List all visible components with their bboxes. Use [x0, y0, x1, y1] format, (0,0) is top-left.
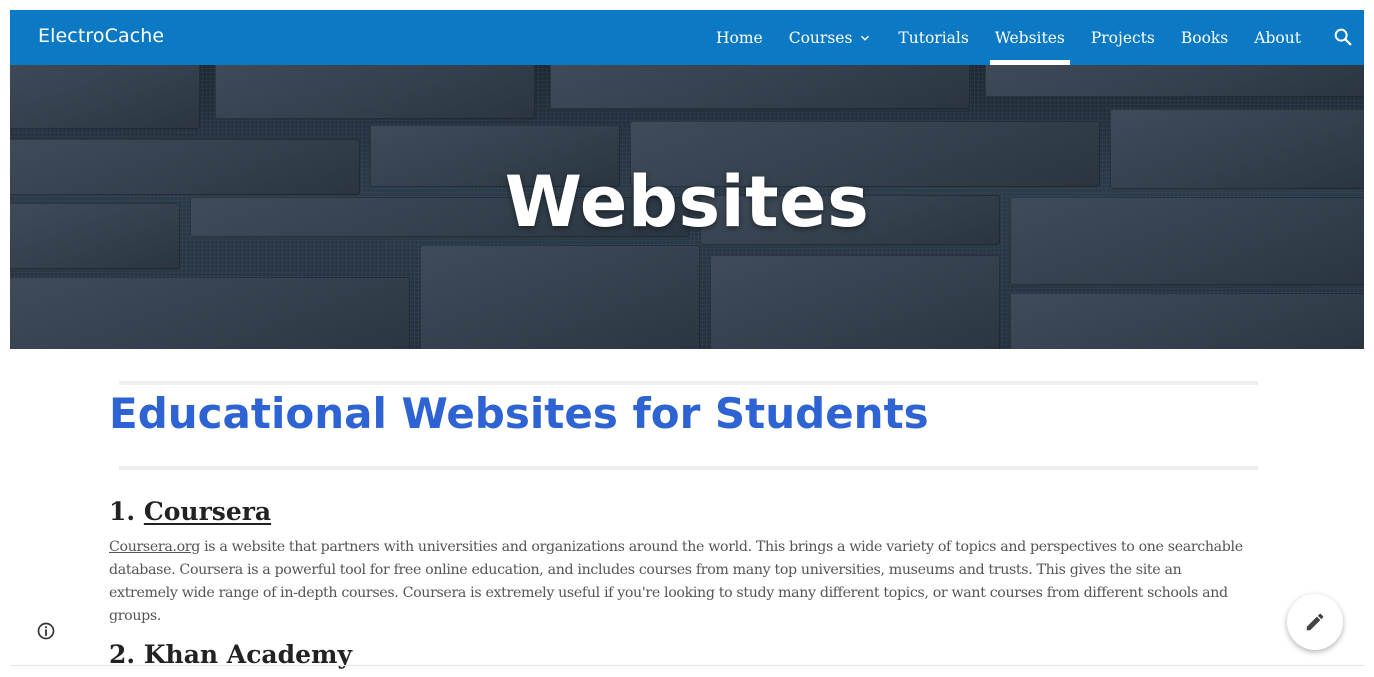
coursera-description-text: is a website that partners with universi…	[109, 539, 1243, 624]
nav-item-label: Tutorials	[898, 28, 969, 47]
pencil-icon	[1306, 613, 1324, 631]
top-app-bar: ElectroCache Home Courses Tutorials Webs…	[10, 10, 1364, 65]
stone-texture	[420, 245, 700, 349]
nav-item-label: About	[1254, 28, 1301, 47]
nav-item-label: Home	[716, 28, 763, 47]
nav-item-label: Books	[1180, 28, 1229, 47]
stone-texture	[10, 65, 200, 129]
section-title-coursera: 1. Coursera	[109, 497, 271, 526]
stone-texture	[10, 277, 410, 349]
page-title: Educational Websites for Students	[109, 389, 929, 438]
chevron-down-icon[interactable]	[858, 31, 872, 45]
nav-item-courses[interactable]: Courses	[776, 10, 886, 65]
nav-item-websites[interactable]: Websites	[982, 10, 1078, 65]
nav-item-home[interactable]: Home	[703, 10, 776, 65]
main-nav: Home Courses Tutorials Websites Projects…	[703, 10, 1314, 65]
divider	[119, 381, 1258, 385]
search-icon[interactable]	[1332, 26, 1354, 48]
nav-item-label: Projects	[1090, 28, 1155, 47]
stone-texture	[1010, 293, 1364, 349]
section-number: 1.	[109, 497, 136, 526]
stone-texture	[550, 65, 970, 109]
nav-item-projects[interactable]: Projects	[1078, 10, 1168, 65]
nav-item-books[interactable]: Books	[1168, 10, 1241, 65]
bottom-divider	[10, 665, 1364, 666]
stone-texture	[985, 65, 1364, 97]
coursera-org-link[interactable]: Coursera.org	[109, 539, 200, 555]
nav-item-label: Websites	[994, 28, 1065, 47]
hero-banner: Websites	[10, 65, 1364, 349]
coursera-link[interactable]: Coursera	[144, 497, 271, 526]
info-icon[interactable]	[36, 621, 56, 641]
edit-button[interactable]	[1287, 594, 1343, 650]
nav-item-about[interactable]: About	[1241, 10, 1314, 65]
nav-item-tutorials[interactable]: Tutorials	[885, 10, 981, 65]
divider	[119, 466, 1258, 470]
coursera-description: Coursera.org is a website that partners …	[109, 536, 1249, 628]
hero-title: Websites	[504, 161, 870, 243]
stone-texture	[710, 255, 1000, 349]
site-brand[interactable]: ElectroCache	[38, 25, 164, 47]
nav-item-label: Courses	[788, 28, 853, 47]
stone-texture	[215, 65, 535, 119]
